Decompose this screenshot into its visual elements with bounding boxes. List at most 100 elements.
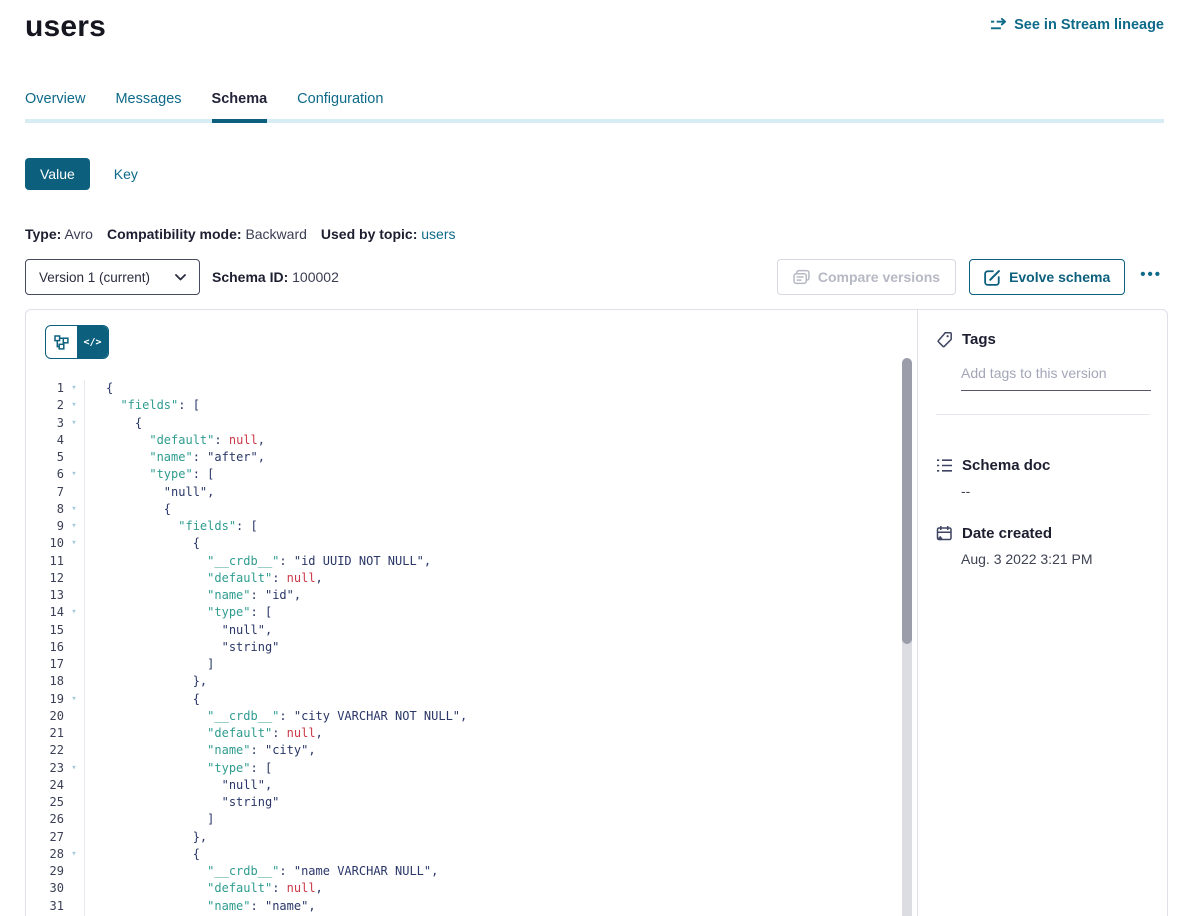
code-text: ] <box>85 811 214 828</box>
code-text: "string" <box>85 794 279 811</box>
tab-schema[interactable]: Schema <box>212 91 268 119</box>
schema-panel: </> 1▾{2▾ "fields": [3▾ {4 "default": nu… <box>25 309 1168 916</box>
stream-lineage-icon <box>990 16 1007 33</box>
edit-icon <box>984 269 1001 286</box>
code-text: "__crdb__": "city VARCHAR NOT NULL", <box>85 708 467 725</box>
compare-versions-icon <box>793 269 810 286</box>
line-number: 6 <box>26 466 64 483</box>
compatibility-meta: Compatibility mode: Backward <box>107 226 307 242</box>
code-line: 30 "default": null, <box>26 880 895 897</box>
code-line: 10▾ { <box>26 535 895 552</box>
code-text: "name": "name", <box>85 898 316 915</box>
tags-title: Tags <box>962 331 996 348</box>
fold-toggle-icon[interactable]: ▾ <box>64 846 85 863</box>
fold-toggle-icon[interactable]: ▾ <box>64 397 85 414</box>
tab-configuration[interactable]: Configuration <box>297 91 383 119</box>
code-text: { <box>85 691 200 708</box>
fold-gutter <box>64 449 85 466</box>
schema-doc-value: -- <box>961 483 1150 499</box>
code-text: { <box>85 846 200 863</box>
fold-gutter <box>64 880 85 897</box>
line-number: 12 <box>26 570 64 587</box>
line-number: 28 <box>26 846 64 863</box>
code-text: "null", <box>85 622 272 639</box>
compare-versions-button[interactable]: Compare versions <box>777 259 956 295</box>
line-number: 7 <box>26 484 64 501</box>
code-line: 27 }, <box>26 829 895 846</box>
evolve-schema-button[interactable]: Evolve schema <box>969 259 1125 295</box>
topic-link[interactable]: users <box>421 226 455 242</box>
fold-gutter <box>64 432 85 449</box>
tab-overview[interactable]: Overview <box>25 91 85 119</box>
line-number: 10 <box>26 535 64 552</box>
tree-view-button[interactable] <box>46 326 77 358</box>
code-line: 3▾ { <box>26 415 895 432</box>
line-number: 11 <box>26 553 64 570</box>
fold-gutter <box>64 742 85 759</box>
code-text: }, <box>85 829 207 846</box>
fold-gutter <box>64 811 85 828</box>
line-number: 23 <box>26 760 64 777</box>
fold-gutter <box>64 725 85 742</box>
code-text: "fields": [ <box>85 518 258 535</box>
line-number: 21 <box>26 725 64 742</box>
fold-toggle-icon[interactable]: ▾ <box>64 760 85 777</box>
line-number: 19 <box>26 691 64 708</box>
code-text: ] <box>85 656 214 673</box>
fold-toggle-icon[interactable]: ▾ <box>64 518 85 535</box>
code-line: 26 ] <box>26 811 895 828</box>
key-toggle-button[interactable]: Key <box>114 166 138 182</box>
code-line: 23▾ "type": [ <box>26 760 895 777</box>
code-line: 21 "default": null, <box>26 725 895 742</box>
code-text: "__crdb__": "name VARCHAR NULL", <box>85 863 438 880</box>
code-line: 11 "__crdb__": "id UUID NOT NULL", <box>26 553 895 570</box>
fold-gutter <box>64 639 85 656</box>
code-line: 25 "string" <box>26 794 895 811</box>
code-text: { <box>85 501 171 518</box>
fold-toggle-icon[interactable]: ▾ <box>64 380 85 397</box>
more-actions-button[interactable]: ••• <box>1138 266 1164 289</box>
tab-bar: Overview Messages Schema Configuration <box>0 91 1189 119</box>
fold-toggle-icon[interactable]: ▾ <box>64 501 85 518</box>
line-number: 30 <box>26 880 64 897</box>
fold-gutter <box>64 587 85 604</box>
fold-gutter <box>64 673 85 690</box>
code-view-button[interactable]: </> <box>77 326 108 358</box>
code-line: 31 "name": "name", <box>26 898 895 915</box>
version-select[interactable]: Version 1 (current) <box>25 259 200 295</box>
schema-code-editor: </> 1▾{2▾ "fields": [3▾ {4 "default": nu… <box>26 310 918 916</box>
line-number: 15 <box>26 622 64 639</box>
fold-toggle-icon[interactable]: ▾ <box>64 415 85 432</box>
fold-toggle-icon[interactable]: ▾ <box>64 691 85 708</box>
code-line: 9▾ "fields": [ <box>26 518 895 535</box>
code-text: "__crdb__": "id UUID NOT NULL", <box>85 553 431 570</box>
see-in-stream-lineage-link[interactable]: See in Stream lineage <box>990 16 1164 33</box>
line-number: 5 <box>26 449 64 466</box>
fold-gutter <box>64 484 85 501</box>
line-number: 26 <box>26 811 64 828</box>
value-key-toggle: Value Key <box>0 158 1189 190</box>
line-number: 31 <box>26 898 64 915</box>
code-line: 22 "name": "city", <box>26 742 895 759</box>
fold-gutter <box>64 863 85 880</box>
fold-gutter <box>64 656 85 673</box>
value-toggle-button[interactable]: Value <box>25 158 90 190</box>
fold-gutter <box>64 777 85 794</box>
fold-toggle-icon[interactable]: ▾ <box>64 535 85 552</box>
add-tags-input[interactable] <box>961 365 1151 391</box>
sidebar-divider <box>936 414 1150 415</box>
code-line: 8▾ { <box>26 501 895 518</box>
code-text: }, <box>85 673 207 690</box>
code-text: "default": null, <box>85 880 323 897</box>
code-line: 6▾ "type": [ <box>26 466 895 483</box>
code-text: "string" <box>85 639 279 656</box>
tab-messages[interactable]: Messages <box>115 91 181 119</box>
code-text: "name": "after", <box>85 449 265 466</box>
fold-gutter <box>64 708 85 725</box>
fold-toggle-icon[interactable]: ▾ <box>64 466 85 483</box>
fold-toggle-icon[interactable]: ▾ <box>64 604 85 621</box>
line-number: 14 <box>26 604 64 621</box>
scrollbar-thumb[interactable] <box>902 358 912 644</box>
tab-underline-track <box>25 119 1164 123</box>
fold-gutter <box>64 829 85 846</box>
